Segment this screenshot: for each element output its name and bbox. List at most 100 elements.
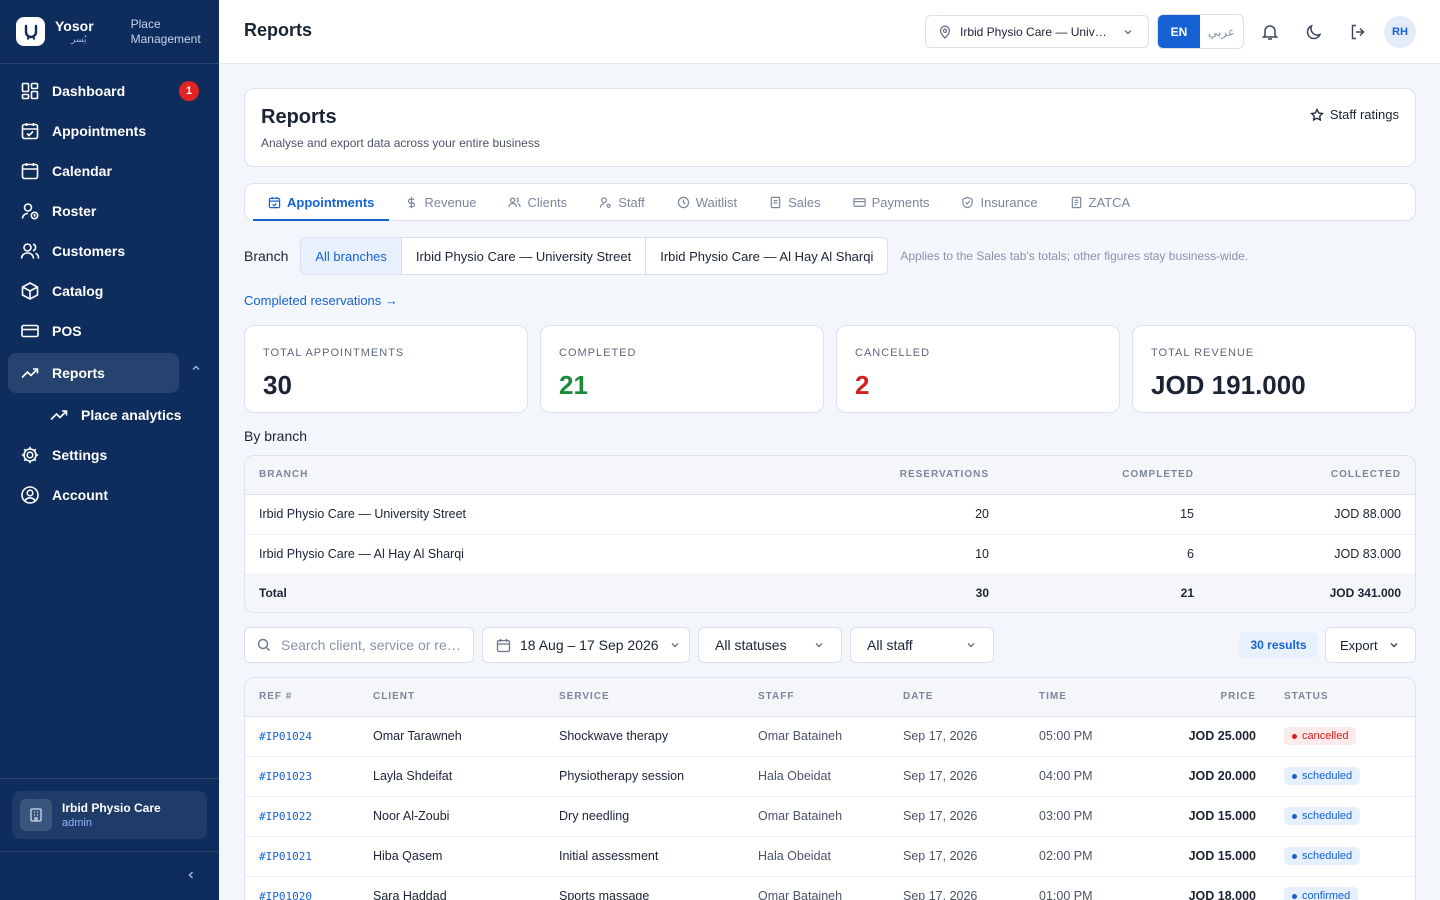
reports-title: Reports bbox=[261, 106, 337, 128]
sidebar-item-label: Dashboard bbox=[52, 83, 126, 99]
tab-payments[interactable]: Payments bbox=[852, 184, 929, 220]
tab-staff[interactable]: Staff bbox=[599, 184, 645, 220]
column-header: COMPLETED bbox=[989, 456, 1194, 495]
cell-ref[interactable]: #IP01021 bbox=[245, 836, 373, 877]
staff-ratings-button[interactable]: Staff ratings bbox=[1309, 107, 1399, 122]
branch-selector[interactable]: Irbid Physio Care — University Street bbox=[925, 15, 1149, 48]
sidebar-item-reports[interactable]: Reports bbox=[8, 353, 179, 393]
cell-price: JOD 15.000 bbox=[1139, 796, 1256, 837]
tab-waitlist[interactable]: Waitlist bbox=[677, 184, 737, 220]
by-branch-table: BRANCH RESERVATIONS COMPLETED COLLECTED … bbox=[244, 455, 1416, 613]
chevron-left-icon[interactable] bbox=[185, 868, 197, 882]
branch-option-al-hay-al-sharqi[interactable]: Irbid Physio Care — Al Hay Al Sharqi bbox=[645, 238, 887, 274]
cell-collected: JOD 83.000 bbox=[1194, 534, 1415, 575]
status-select[interactable]: All statuses bbox=[698, 627, 842, 663]
tab-sales[interactable]: Sales bbox=[769, 184, 821, 220]
cell-status: scheduled bbox=[1256, 756, 1415, 797]
sidebar-item-account[interactable]: Account bbox=[0, 475, 219, 515]
notification-badge: 1 bbox=[179, 81, 199, 101]
branch-option-university-street[interactable]: Irbid Physio Care — University Street bbox=[400, 238, 645, 274]
column-header: PRICE bbox=[1139, 678, 1256, 717]
completed-reservations-link[interactable]: Completed reservations → bbox=[244, 293, 398, 308]
cell-staff: Hala Obeidat bbox=[758, 756, 903, 797]
cell-branch: Irbid Physio Care — Al Hay Al Sharqi bbox=[245, 534, 849, 575]
staff-select[interactable]: All staff bbox=[850, 627, 994, 663]
sidebar-divider bbox=[0, 851, 219, 852]
receipt-icon bbox=[770, 196, 781, 208]
table-row[interactable]: #IP01020 Sara Haddad Sports massage Omar Ba… bbox=[245, 876, 1415, 900]
table-row[interactable]: #IP01024 Omar Tarawneh Shockwave therapy Om… bbox=[245, 716, 1415, 757]
column-header: TIME bbox=[1039, 678, 1139, 717]
moon-icon[interactable] bbox=[1304, 22, 1324, 42]
sidebar-item-calendar[interactable]: Calendar bbox=[0, 151, 219, 191]
sidebar-item-roster[interactable]: Roster bbox=[0, 191, 219, 231]
tab-revenue[interactable]: Revenue bbox=[405, 184, 476, 220]
map-pin-icon bbox=[939, 25, 951, 39]
cell-total-label: Total bbox=[245, 574, 849, 612]
date-range-picker[interactable]: 18 Aug – 17 Sep 2026 bbox=[482, 627, 690, 663]
cell-service: Initial assessment bbox=[559, 836, 758, 877]
cell-reservations: 20 bbox=[849, 494, 989, 535]
reports-subtitle: Analyse and export data across your enti… bbox=[261, 136, 540, 150]
tab-label: Sales bbox=[788, 194, 821, 210]
tab-label: Appointments bbox=[287, 194, 375, 210]
cell-ref[interactable]: #IP01023 bbox=[245, 756, 373, 797]
bell-icon[interactable] bbox=[1260, 22, 1280, 42]
cell-total-completed: 21 bbox=[989, 574, 1194, 612]
stat-value: JOD 191.000 bbox=[1151, 370, 1306, 400]
dashboard-icon bbox=[21, 82, 39, 100]
column-header: STATUS bbox=[1256, 678, 1415, 717]
lang-en-button[interactable]: EN bbox=[1158, 15, 1200, 48]
status-badge: cancelled bbox=[1284, 727, 1357, 745]
user-cog-icon bbox=[599, 196, 612, 208]
status-badge: scheduled bbox=[1284, 767, 1361, 785]
brand-subtitle: Place Management bbox=[131, 17, 201, 47]
sidebar-item-settings[interactable]: Settings bbox=[0, 435, 219, 475]
cell-price: JOD 18.000 bbox=[1139, 876, 1256, 900]
table-row[interactable]: #IP01022 Noor Al-Zoubi Dry needling Omar Ba… bbox=[245, 796, 1415, 837]
chevron-up-icon[interactable] bbox=[190, 362, 202, 374]
column-header: RESERVATIONS bbox=[849, 456, 989, 495]
logout-icon[interactable] bbox=[1348, 22, 1368, 42]
cell-ref[interactable]: #IP01024 bbox=[245, 716, 373, 757]
logo-icon bbox=[16, 17, 45, 46]
cell-ref[interactable]: #IP01020 bbox=[245, 876, 373, 900]
table-row[interactable]: #IP01023 Layla Shdeifat Physiotherapy sess… bbox=[245, 756, 1415, 797]
shield-icon bbox=[962, 196, 974, 208]
language-toggle: EN عربي bbox=[1157, 14, 1244, 49]
export-button[interactable]: Export bbox=[1325, 627, 1416, 663]
table-row[interactable]: #IP01021 Hiba Qasem Initial assessment Hala… bbox=[245, 836, 1415, 877]
cell-completed: 15 bbox=[989, 494, 1194, 535]
column-header: REF # bbox=[245, 678, 373, 717]
cell-status: scheduled bbox=[1256, 836, 1415, 877]
sidebar-item-place-analytics[interactable]: Place analytics bbox=[0, 395, 219, 435]
tab-appointments[interactable]: Appointments bbox=[253, 184, 390, 221]
results-count-badge: 30 results bbox=[1239, 632, 1318, 658]
tab-label: Clients bbox=[527, 194, 568, 210]
cell-ref[interactable]: #IP01022 bbox=[245, 796, 373, 837]
sidebar-item-appointments[interactable]: Appointments bbox=[0, 111, 219, 151]
column-header: DATE bbox=[903, 678, 1039, 717]
trending-up-icon bbox=[21, 368, 39, 379]
lang-ar-button[interactable]: عربي bbox=[1200, 15, 1243, 48]
branch-option-all[interactable]: All branches bbox=[301, 238, 401, 274]
sidebar-item-customers[interactable]: Customers bbox=[0, 231, 219, 271]
reports-header-card: Reports Analyse and export data across y… bbox=[244, 88, 1416, 167]
org-switcher[interactable]: Irbid Physio Care admin bbox=[12, 791, 207, 839]
avatar[interactable]: RH bbox=[1384, 16, 1416, 48]
tab-zatca[interactable]: ZATCA bbox=[1070, 184, 1130, 220]
status-select-value: All statuses bbox=[715, 637, 787, 653]
tab-insurance[interactable]: Insurance bbox=[961, 184, 1038, 220]
tab-label: Waitlist bbox=[695, 194, 738, 210]
clock-icon bbox=[677, 196, 689, 208]
sidebar-item-dashboard[interactable]: Dashboard 1 bbox=[0, 71, 219, 111]
search-input[interactable]: Search client, service or ref... bbox=[244, 627, 474, 663]
trending-up-icon bbox=[50, 410, 68, 421]
tab-clients[interactable]: Clients bbox=[508, 184, 567, 220]
cell-price: JOD 25.000 bbox=[1139, 716, 1256, 757]
sidebar-item-pos[interactable]: POS bbox=[0, 311, 219, 351]
page-title: Reports bbox=[244, 20, 313, 40]
cell-time: 03:00 PM bbox=[1039, 796, 1139, 837]
sidebar-item-label: Calendar bbox=[52, 163, 112, 179]
sidebar-item-catalog[interactable]: Catalog bbox=[0, 271, 219, 311]
